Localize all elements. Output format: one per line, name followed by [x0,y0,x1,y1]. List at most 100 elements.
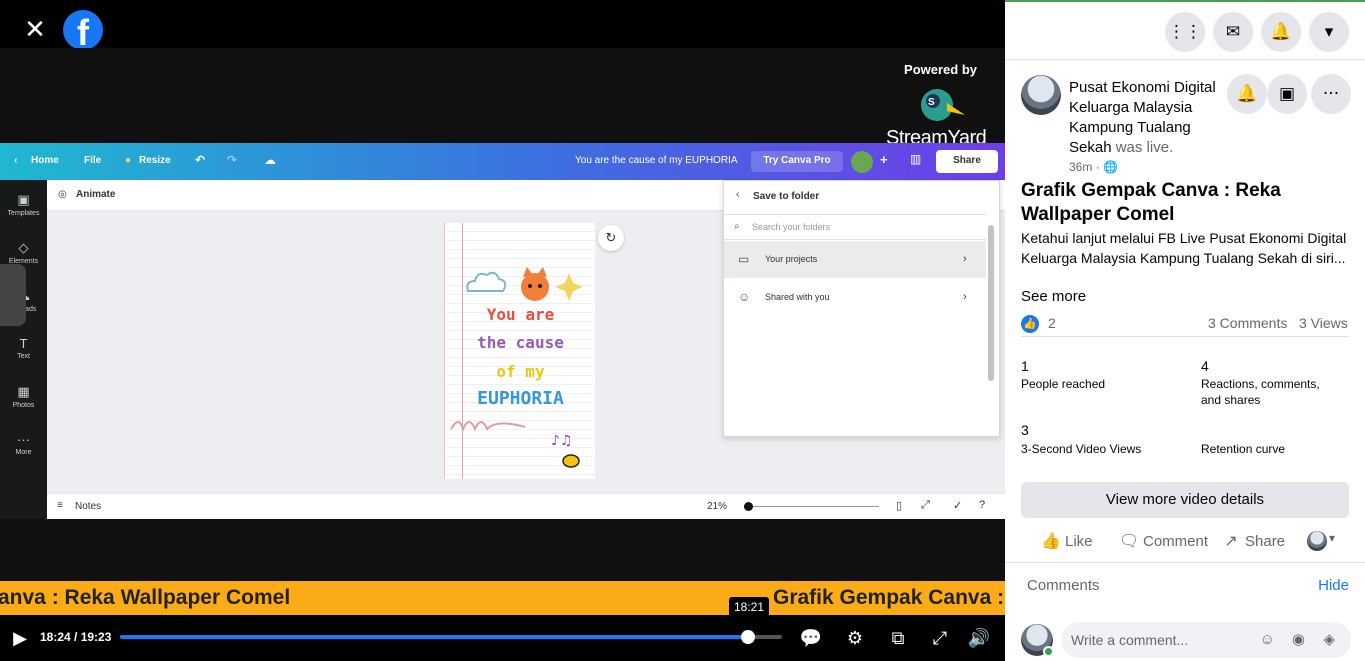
see-more-link[interactable]: See more [1021,288,1086,305]
page-avatar[interactable] [1021,75,1061,115]
messenger-icon[interactable]: ✉ [1213,12,1253,52]
save-to-folder-title: Save to folder [753,191,820,202]
zoom-slider-knob [744,502,753,511]
like-button[interactable]: 👍 Like [1041,529,1093,553]
cloud-cat-sticker [466,267,583,301]
insight-label-retention[interactable]: Retention curve [1201,441,1285,457]
close-icon[interactable]: ✕ [22,17,48,43]
notes-button: Notes [75,501,102,512]
more-dots-icon: ··· [17,432,30,447]
cloud-save-icon: ☁ [264,153,276,167]
canva-side-text: T Text [0,336,47,360]
text-icon: T [19,336,28,351]
video-progress-bar[interactable] [120,630,782,644]
post-as-avatar[interactable] [1307,531,1327,551]
views-count[interactable]: 3 Views [1299,315,1348,331]
animate-button: Animate [76,189,116,200]
folder-search-placeholder: Search your folders [752,222,831,232]
captions-icon[interactable]: 💬 [799,627,823,651]
canva-resize-menu: Resize [139,155,171,166]
canva-footer: ≡ Notes 21% ▯ ⤢ ✓ ? [47,493,1005,519]
chevron-left-icon: ‹ [14,155,18,166]
share-button[interactable]: ↗ Share [1221,529,1285,553]
canva-side-label: More [15,449,32,456]
online-status-dot [1043,646,1054,657]
volume-icon[interactable]: 🔊 [967,627,991,651]
canva-side-label: Templates [7,210,40,217]
hover-time-tooltip: 18:21 [729,597,769,617]
more-options-icon[interactable]: ··· [1311,74,1351,114]
chevron-left-icon: ‹ [736,189,740,200]
notifications-bell-icon[interactable]: 🔔 [1261,12,1301,52]
post-time[interactable]: 36m · [1069,160,1100,174]
templates-icon: ▣ [17,192,30,207]
ticker-text-right: Grafik Gempak Canva : R [773,586,1005,609]
play-icon[interactable]: ▶ [8,627,32,651]
page-count-icon: ▯ [896,500,903,512]
canva-header: ‹ Home File ● Resize ↶ ↷ ☁ You are the c… [0,143,1005,180]
canva-side-label: Text [17,353,30,360]
reaction-count[interactable]: 2 [1048,315,1056,331]
comment-placeholder: Write a comment... [1071,632,1189,648]
comments-count[interactable]: 3 Comments [1208,315,1287,331]
video-topbar: ✕ f [0,0,1005,50]
art-line-3: of my [496,362,545,381]
canva-share-label: Share [953,155,981,166]
comment-button[interactable]: 🗨 Comment [1119,529,1208,553]
svg-text:♪♫: ♪♫ [551,433,573,449]
progress-knob[interactable] [740,630,755,644]
page-name[interactable]: Pusat Ekonomi Digital Keluarga Malaysia … [1069,78,1229,158]
refresh-icon: ↻ [598,225,624,251]
post-as-chevron-down-icon[interactable]: ▾ [1329,531,1335,545]
folder-your-projects: ▭ Your projects › [724,241,986,278]
follow-bell-icon[interactable]: 🔔 [1227,74,1267,114]
animate-icon: ◎ [58,189,67,200]
share-label: Share [1245,533,1286,550]
view-more-details-button[interactable]: View more video details [1021,482,1349,518]
redo-icon: ↷ [227,153,238,167]
canva-doc-title: You are the cause of my EUPHORIA [575,155,738,166]
account-chevron-down-icon[interactable]: ▾ [1309,12,1349,52]
hide-comments-link[interactable]: Hide [1318,577,1349,594]
gear-icon[interactable]: ⚙ [843,627,867,651]
powered-by-label: Powered by [904,62,977,77]
shared-with-you-label: Shared with you [765,292,830,302]
art-line-1: You are [486,305,555,324]
picture-in-picture-icon[interactable]: ⧉ [886,627,910,651]
menu-grid-icon[interactable]: ⋮⋮ [1165,12,1205,52]
camera-icon[interactable]: ◉ [1292,622,1305,658]
canva-side-templates: ▣ Templates [0,192,47,217]
canva-screen-share: ‹ Home File ● Resize ↶ ↷ ☁ You are the c… [0,143,1005,519]
folder-icon: ▭ [738,252,750,266]
chevron-right-icon: › [963,253,967,265]
zoom-level: 21% [707,501,728,512]
try-canva-pro-button: Try Canva Pro [751,151,843,172]
sticker-icon[interactable]: ◈ [1323,622,1335,658]
comment-input[interactable]: Write a comment... ☺ ◉ ◈ [1061,622,1351,658]
was-live-label: was live. [1115,139,1174,156]
chevron-right-icon: › [963,291,967,303]
comments-label: Comments [1027,577,1100,594]
canva-home-link: Home [31,155,59,166]
try-canva-pro-label: Try Canva Pro [763,155,831,166]
emoji-icon[interactable]: ☺ [1260,622,1275,658]
canva-side-photos: ▦ Photos [0,384,47,409]
elements-icon: ◇ [18,240,29,255]
insight-label-reached: People reached [1021,377,1106,391]
canva-user-avatar [851,151,873,173]
canva-side-label: Photos [12,402,35,409]
photos-icon: ▦ [17,384,30,399]
like-icon: 👍 [1041,531,1061,550]
canva-design-page: You are the cause of my EUPHORIA ♪♫ [444,223,595,479]
insight-label-reactions: Reactions, comments, and shares [1201,377,1320,407]
svg-text:S: S [928,97,935,108]
video-title: Grafik Gempak Canva : Reka Wallpaper Com… [1021,180,1281,225]
ticker-text-left: anva : Reka Wallpaper Comel [0,586,291,609]
like-label: Like [1065,533,1093,550]
music-bee-sticker: ♪♫ [450,421,580,468]
fullscreen-icon[interactable]: ⤢ [928,627,952,651]
art-line-4: EUPHORIA [477,388,564,409]
undo-icon: ↶ [195,153,206,167]
facebook-logo-icon[interactable]: f [63,10,103,50]
save-box-icon[interactable]: ▣ [1267,74,1307,114]
